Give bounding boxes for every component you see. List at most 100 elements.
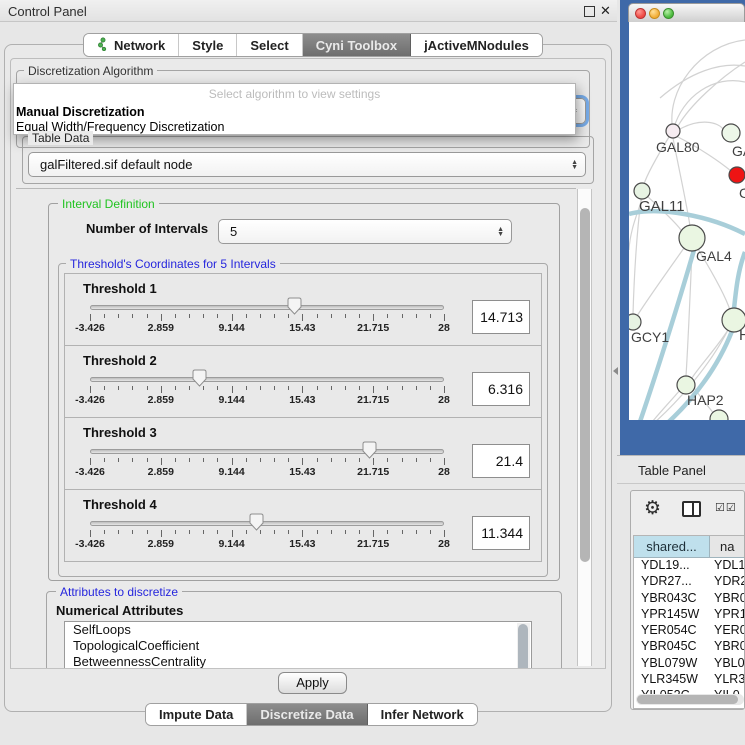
cell-name[interactable]: YPR1 (710, 607, 744, 623)
minor-tick (331, 458, 332, 462)
threshold-slider-thumb[interactable] (362, 441, 377, 459)
table-row[interactable]: YBR043CYBR0 (634, 591, 744, 607)
tab-style[interactable]: Style (179, 34, 237, 56)
threshold-slider-track[interactable] (90, 377, 444, 382)
threshold-value-field[interactable]: 6.316 (472, 372, 530, 406)
minor-tick (132, 314, 133, 318)
dropdown-item-manual-discretization[interactable]: Manual Discretization (16, 105, 145, 119)
table-row[interactable]: YBR045CYBR0 (634, 639, 744, 655)
cell-name[interactable]: YBL0 (710, 656, 744, 672)
table-data-combo-value: galFiltered.sif default node (40, 157, 192, 172)
cell-name[interactable]: YBR0 (710, 591, 744, 607)
numerical-attributes-list[interactable]: SelfLoopsTopologicalCoefficientBetweenne… (64, 621, 532, 668)
numerical-attributes-label: Numerical Attributes (56, 603, 183, 618)
network-node[interactable] (729, 167, 745, 183)
apply-row: Apply (10, 668, 606, 700)
minor-tick (288, 386, 289, 390)
network-node[interactable] (629, 314, 641, 330)
threshold-slider-thumb[interactable] (192, 369, 207, 387)
tab-jactivemnodules[interactable]: jActiveMNodules (411, 34, 542, 56)
column-header-shared-name[interactable]: shared... (634, 536, 710, 557)
tab-network[interactable]: Network (84, 34, 179, 56)
table-row[interactable]: YDL19...YDL1 (634, 558, 744, 574)
cell-shared-name[interactable]: YER054C (634, 623, 710, 639)
table-row[interactable]: YPR145WYPR1 (634, 607, 744, 623)
float-panel-icon[interactable] (584, 6, 595, 17)
network-window-titlebar[interactable] (628, 3, 745, 22)
cell-name[interactable]: YLR3 (710, 672, 744, 688)
threshold-slider-track[interactable] (90, 305, 444, 310)
tick-label: 21.715 (357, 466, 389, 478)
cell-shared-name[interactable]: YBR043C (634, 591, 710, 607)
attribute-list-item[interactable]: TopologicalCoefficient (65, 638, 531, 654)
number-of-intervals-combobox[interactable]: 5 ▲▼ (218, 219, 512, 244)
close-panel-icon[interactable]: ✕ (600, 3, 611, 19)
minor-tick (331, 386, 332, 390)
node-attribute-table[interactable]: shared... na YDL19...YDL1YDR27...YDR2YBR… (633, 535, 744, 709)
gear-icon[interactable]: ⚙ (644, 497, 661, 520)
cell-name[interactable]: YBR0 (710, 639, 744, 655)
major-tick (444, 314, 445, 321)
network-edge[interactable] (673, 81, 745, 131)
minor-tick (175, 458, 176, 462)
cell-name[interactable]: YER0 (710, 623, 744, 639)
table-row[interactable]: YER054CYER0 (634, 623, 744, 639)
mac-minimize-icon[interactable] (649, 8, 660, 19)
table-horizontal-scrollbar[interactable] (636, 694, 744, 705)
table-row[interactable]: YDR27...YDR2 (634, 574, 744, 590)
minor-tick (387, 530, 388, 534)
network-node[interactable] (634, 183, 650, 199)
settings-scrollbar-thumb[interactable] (580, 208, 590, 562)
tab-select[interactable]: Select (237, 34, 302, 56)
mac-close-icon[interactable] (635, 8, 646, 19)
threshold-slider-thumb[interactable] (249, 513, 264, 531)
threshold-label: Threshold 4 (83, 497, 157, 512)
minor-tick (430, 530, 431, 534)
attribute-list-item[interactable]: SelfLoops (65, 622, 531, 638)
mac-zoom-icon[interactable] (663, 8, 674, 19)
network-node[interactable] (666, 124, 680, 138)
minor-tick (189, 458, 190, 462)
network-edge[interactable] (633, 199, 641, 314)
cell-shared-name[interactable]: YDL19... (634, 558, 710, 574)
network-edge[interactable] (672, 40, 745, 131)
threshold-slider-track[interactable] (90, 521, 444, 526)
network-edge-thick[interactable] (734, 252, 745, 309)
threshold-value-field[interactable]: 21.4 (472, 444, 530, 478)
attribute-list-item[interactable]: BetweennessCentrality (65, 654, 531, 668)
column-header-name[interactable]: na (710, 536, 744, 557)
column-layout-icon[interactable] (682, 501, 701, 517)
tab-infer-network[interactable]: Infer Network (368, 704, 477, 725)
select-columns-icons[interactable]: ☑☑ (715, 501, 737, 514)
network-canvas[interactable]: GAL80GACGAL11GAL4GCY1HHAP2 (629, 22, 745, 420)
network-edge[interactable] (680, 122, 723, 129)
network-node[interactable] (722, 124, 740, 142)
cell-shared-name[interactable]: YLR345W (634, 672, 710, 688)
apply-button[interactable]: Apply (278, 672, 347, 694)
table-data-combobox[interactable]: galFiltered.sif default node ▲▼ (28, 152, 586, 177)
tab-cyni-toolbox[interactable]: Cyni Toolbox (303, 34, 411, 56)
threshold-slider-thumb[interactable] (287, 297, 302, 315)
network-edge[interactable] (678, 62, 745, 126)
cell-name[interactable]: YDR2 (710, 574, 744, 590)
table-row[interactable]: YLR345WYLR3 (634, 672, 744, 688)
threshold-slider-track[interactable] (90, 449, 444, 454)
cell-shared-name[interactable]: YBR045C (634, 639, 710, 655)
cell-name[interactable]: YDL1 (710, 558, 744, 574)
network-node-label: GAL4 (696, 248, 732, 264)
threshold-value-field[interactable]: 14.713 (472, 300, 530, 334)
attributes-list-scrollbar[interactable] (517, 623, 530, 668)
table-row[interactable]: YBL079WYBL0 (634, 656, 744, 672)
settings-scrollbar[interactable] (577, 189, 592, 666)
cell-shared-name[interactable]: YPR145W (634, 607, 710, 623)
tab-discretize-data[interactable]: Discretize Data (247, 704, 367, 725)
minor-tick (430, 458, 431, 462)
tab-impute-data[interactable]: Impute Data (146, 704, 247, 725)
split-pane-collapse-arrow[interactable] (613, 367, 618, 375)
major-tick (90, 314, 91, 321)
minor-tick (246, 530, 247, 534)
cell-shared-name[interactable]: YBL079W (634, 656, 710, 672)
tick-label: -3.426 (75, 538, 105, 550)
threshold-value-field[interactable]: 11.344 (472, 516, 530, 550)
cell-shared-name[interactable]: YDR27... (634, 574, 710, 590)
